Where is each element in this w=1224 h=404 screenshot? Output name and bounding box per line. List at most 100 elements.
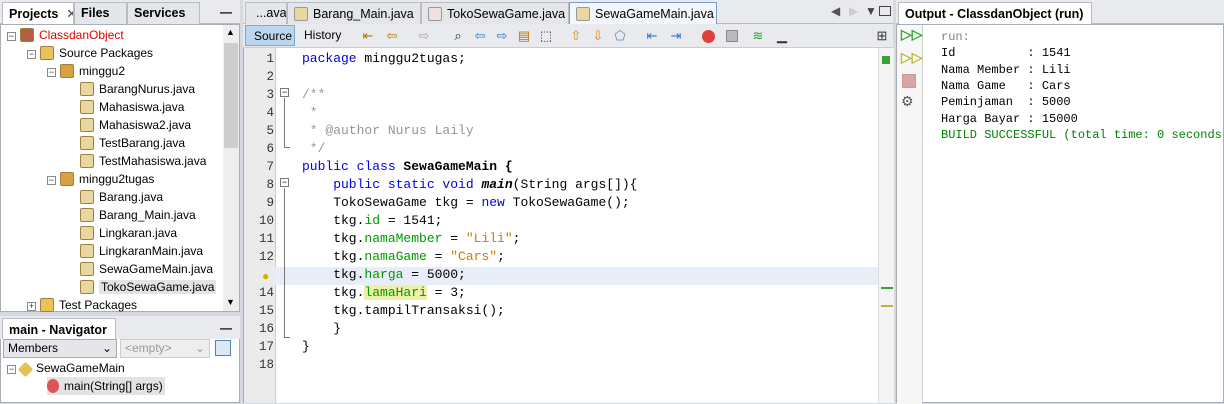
tree-item[interactable]: Mahasiswa2.java bbox=[80, 116, 191, 134]
rerun-different-icon[interactable]: ▷▷ bbox=[901, 49, 923, 66]
tab-list-icon[interactable]: ▼ bbox=[865, 4, 877, 18]
tab-label: ...ava bbox=[256, 6, 287, 20]
tab-services[interactable]: Services bbox=[127, 2, 200, 24]
scroll-up-icon[interactable]: ▲ bbox=[226, 27, 235, 37]
tree-item[interactable]: SewaGameMain.java bbox=[80, 260, 213, 278]
minimize-icon[interactable]: — bbox=[220, 5, 232, 19]
stripe-mark[interactable] bbox=[881, 287, 893, 289]
close-icon[interactable]: ✕ bbox=[115, 323, 116, 337]
stop-macro-icon[interactable] bbox=[723, 28, 741, 44]
navigator-method[interactable]: main(String[] args) bbox=[47, 377, 165, 395]
collapse-icon[interactable]: − bbox=[47, 176, 56, 185]
navigator-class[interactable]: − SewaGameMain bbox=[7, 359, 125, 378]
code-line: tkg.id = 1541; bbox=[302, 212, 442, 230]
tree-item[interactable]: − Source Packages bbox=[27, 44, 153, 62]
record-macro-icon[interactable] bbox=[699, 28, 717, 44]
find-previous-icon[interactable]: ⇦ bbox=[471, 28, 489, 44]
uncomment-icon[interactable]: ▁ bbox=[773, 28, 791, 44]
code-token: = 1541; bbox=[380, 213, 443, 228]
tree-item[interactable]: TestMahasiswa.java bbox=[80, 152, 206, 170]
source-button[interactable]: Source bbox=[245, 25, 295, 46]
code-token: */ bbox=[302, 141, 326, 156]
file-icon bbox=[80, 190, 94, 204]
tree-item[interactable]: + Test Packages bbox=[27, 296, 137, 314]
hint-bulb-icon[interactable]: ● bbox=[262, 269, 269, 283]
last-edit-icon[interactable]: ⇤ bbox=[359, 28, 377, 44]
rerun-icon[interactable]: ▷▷ bbox=[901, 26, 923, 43]
code-editor[interactable]: − − ● 1 package minggu2tugas; 2 3 /** 4 * 5 * … bbox=[243, 48, 894, 403]
tab-projects[interactable]: Projects ✕ bbox=[2, 2, 74, 24]
tree-item[interactable]: Barang.java bbox=[80, 188, 163, 206]
history-button[interactable]: History bbox=[298, 25, 347, 46]
scrollbar[interactable]: ▲ ▼ bbox=[223, 25, 239, 311]
line-number: 11 bbox=[258, 232, 274, 246]
tree-item[interactable]: TestBarang.java bbox=[80, 134, 185, 152]
file-icon bbox=[80, 208, 94, 222]
tree-item[interactable]: TokoSewaGame.java bbox=[80, 278, 217, 296]
tree-item[interactable]: Barang_Main.java bbox=[80, 206, 196, 224]
toggle-highlight-icon[interactable]: ▤ bbox=[515, 28, 533, 44]
collapse-icon[interactable]: − bbox=[7, 365, 16, 374]
filter-select[interactable]: <empty> ⌄ bbox=[120, 339, 210, 358]
tab-output[interactable]: Output - ClassdanObject (run) ✕ bbox=[898, 2, 1092, 24]
code-token: public class bbox=[302, 159, 404, 174]
maximize-icon[interactable] bbox=[879, 6, 891, 16]
tree-item[interactable]: − ClassdanObject bbox=[7, 26, 124, 44]
shift-right-icon[interactable]: ⇥ bbox=[667, 28, 685, 44]
tab-toko-sewa-game[interactable]: TokoSewaGame.java✕ bbox=[421, 2, 569, 24]
collapse-icon[interactable]: − bbox=[47, 68, 56, 77]
stop-icon[interactable] bbox=[902, 74, 916, 88]
filter-options-icon[interactable] bbox=[215, 340, 231, 356]
collapse-icon[interactable]: − bbox=[7, 32, 16, 41]
tab-navigator[interactable]: main - Navigator ✕ bbox=[2, 318, 116, 340]
file-icon bbox=[80, 280, 94, 294]
tree-item[interactable]: − minggu2 bbox=[47, 62, 125, 80]
expand-icon[interactable]: + bbox=[27, 302, 36, 311]
shift-left-icon[interactable]: ⇤ bbox=[643, 28, 661, 44]
code-token: /** bbox=[302, 87, 326, 102]
tree-item[interactable]: − minggu2tugas bbox=[47, 170, 154, 188]
stripe-mark[interactable] bbox=[881, 305, 893, 307]
close-icon[interactable]: ✕ bbox=[1091, 7, 1092, 21]
tab-sewa-game-main[interactable]: SewaGameMain.java✕ bbox=[569, 2, 717, 24]
method-icon bbox=[47, 379, 59, 393]
previous-bookmark-icon[interactable]: ⇧ bbox=[567, 28, 585, 44]
scroll-down-icon[interactable]: ▼ bbox=[226, 297, 235, 307]
fold-icon[interactable]: − bbox=[280, 88, 289, 97]
fold-icon[interactable]: − bbox=[280, 178, 289, 187]
button-label: History bbox=[304, 28, 342, 42]
code-token: tkg. bbox=[302, 213, 365, 228]
code-token: lamaHari bbox=[364, 285, 427, 300]
tree-item[interactable]: Lingkaran.java bbox=[80, 224, 177, 242]
tab-barang-main[interactable]: Barang_Main.java✕ bbox=[287, 2, 421, 24]
scroll-left-icon[interactable]: ◀ bbox=[831, 4, 840, 18]
toggle-bookmark-icon[interactable]: ⬠ bbox=[611, 28, 629, 44]
back-icon[interactable]: ⇦ bbox=[383, 28, 401, 44]
find-next-icon[interactable]: ⇨ bbox=[493, 28, 511, 44]
java-file-icon bbox=[428, 7, 442, 21]
collapse-icon[interactable]: − bbox=[27, 50, 36, 59]
tree-item[interactable]: LingkaranMain.java bbox=[80, 242, 203, 260]
find-icon[interactable]: ⌕ bbox=[449, 28, 467, 44]
members-select[interactable]: Members ⌄ bbox=[3, 339, 117, 358]
next-bookmark-icon[interactable]: ⇩ bbox=[589, 28, 607, 44]
code-token: * @author Nurus Laily bbox=[302, 123, 474, 138]
scroll-right-icon[interactable]: ▶ bbox=[849, 4, 858, 18]
tree-item[interactable]: Mahasiswa.java bbox=[80, 98, 184, 116]
code-line: tkg.harga = 5000; bbox=[302, 266, 466, 284]
settings-icon[interactable]: ⚙ bbox=[901, 93, 914, 110]
tree-item-label: LingkaranMain.java bbox=[99, 244, 204, 258]
tree-item-label: Barang.java bbox=[99, 190, 164, 204]
code-line: tkg.namaGame = "Cars"; bbox=[302, 248, 505, 266]
forward-icon[interactable]: ⇨ bbox=[415, 28, 433, 44]
tree-item[interactable]: BarangNurus.java bbox=[80, 80, 195, 98]
split-icon[interactable]: ⊞ bbox=[873, 28, 891, 44]
tab-overflow[interactable]: ...ava bbox=[245, 2, 287, 24]
close-icon[interactable]: ✕ bbox=[66, 7, 73, 21]
tab-files[interactable]: Files bbox=[74, 2, 127, 24]
code-token: } bbox=[302, 339, 310, 354]
comment-icon[interactable]: ≋ bbox=[749, 28, 767, 44]
rectangular-selection-icon[interactable]: ⬚ bbox=[537, 28, 555, 44]
minimize-icon[interactable]: — bbox=[220, 321, 232, 335]
scroll-thumb[interactable] bbox=[224, 43, 238, 148]
